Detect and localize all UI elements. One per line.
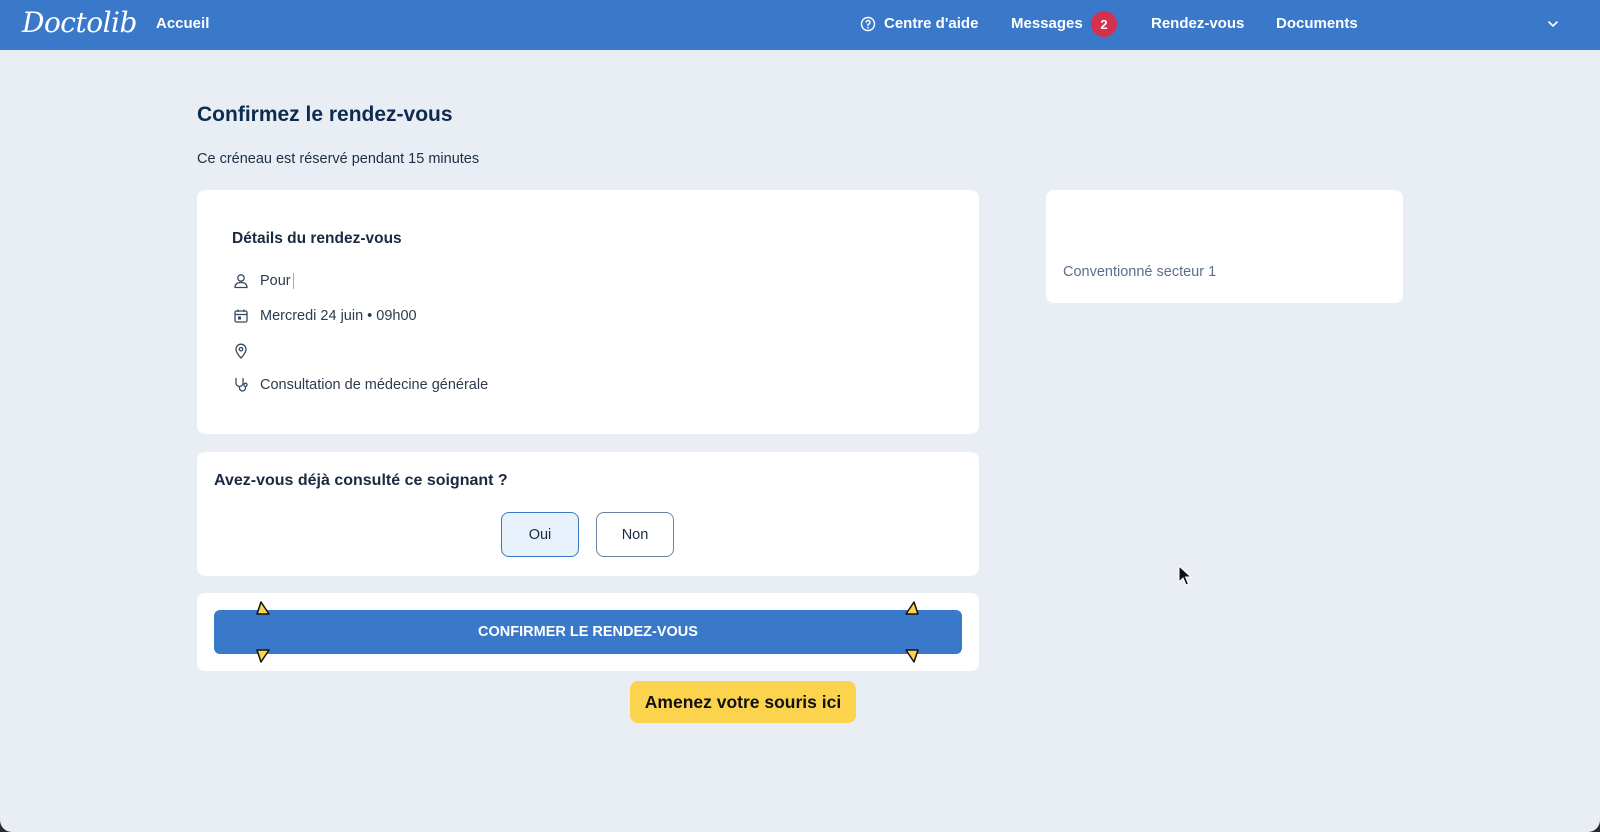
messages-count-badge: 2 [1091, 11, 1117, 37]
user-icon [234, 274, 248, 289]
top-navigation-bar: Doctolib Accueil Centre d'aide Messages … [0, 0, 1600, 50]
detail-row-date: Mercredi 24 juin • 09h00 [232, 306, 417, 326]
detail-row-reason: Consultation de médecine générale [232, 375, 488, 395]
appointment-date: Mercredi 24 juin • 09h00 [260, 308, 417, 324]
nav-home-link[interactable]: Accueil [156, 15, 209, 32]
move-mouse-hint: Amenez votre souris ici [630, 681, 856, 723]
page-title: Confirmez le rendez-vous [197, 103, 453, 126]
previous-visit-question: Avez-vous déjà consulté ce soignant ? [214, 472, 508, 489]
consultation-reason: Consultation de médecine générale [260, 377, 489, 393]
nav-messages-link[interactable]: Messages [1011, 15, 1083, 32]
nav-documents-link[interactable]: Documents [1276, 15, 1358, 32]
calendar-icon [234, 309, 248, 323]
corner-marker-top-right-icon [905, 601, 919, 615]
stethoscope-icon [235, 377, 248, 392]
confirm-appointment-button[interactable]: CONFIRMER LE RENDEZ-VOUS [214, 610, 962, 654]
nav-help-center-link[interactable]: Centre d'aide [884, 15, 978, 32]
chevron-down-icon[interactable] [1546, 17, 1560, 31]
help-circle-icon[interactable] [860, 16, 876, 32]
details-title: Détails du rendez-vous [232, 230, 402, 247]
corner-marker-bottom-left-icon [256, 649, 270, 663]
corner-marker-bottom-right-icon [905, 649, 919, 663]
mouse-pointer-icon [1178, 565, 1192, 586]
answer-no-button[interactable]: Non [596, 512, 674, 557]
detail-row-patient: Pour [232, 271, 294, 291]
detail-row-location [232, 341, 260, 361]
answer-yes-button[interactable]: Oui [501, 512, 579, 557]
nav-appointments-link[interactable]: Rendez-vous [1151, 15, 1244, 32]
browser-window: Doctolib Accueil Centre d'aide Messages … [0, 0, 1600, 832]
doctolib-logo[interactable]: Doctolib [22, 6, 137, 39]
convention-sector-label: Conventionné secteur 1 [1063, 264, 1217, 280]
patient-label: Pour [260, 273, 291, 289]
appointment-details-card: Détails du rendez-vous Pour Mercredi 24 … [197, 190, 979, 434]
previous-visit-question-card: Avez-vous déjà consulté ce soignant ? Ou… [197, 452, 979, 576]
corner-marker-top-left-icon [256, 601, 270, 615]
location-pin-icon [235, 343, 247, 359]
reservation-timer-notice: Ce créneau est réservé pendant 15 minute… [197, 151, 480, 167]
confirm-card: CONFIRMER LE RENDEZ-VOUS [197, 593, 979, 671]
practitioner-summary-card: Conventionné secteur 1 [1046, 190, 1403, 303]
text-caret [292, 273, 294, 289]
